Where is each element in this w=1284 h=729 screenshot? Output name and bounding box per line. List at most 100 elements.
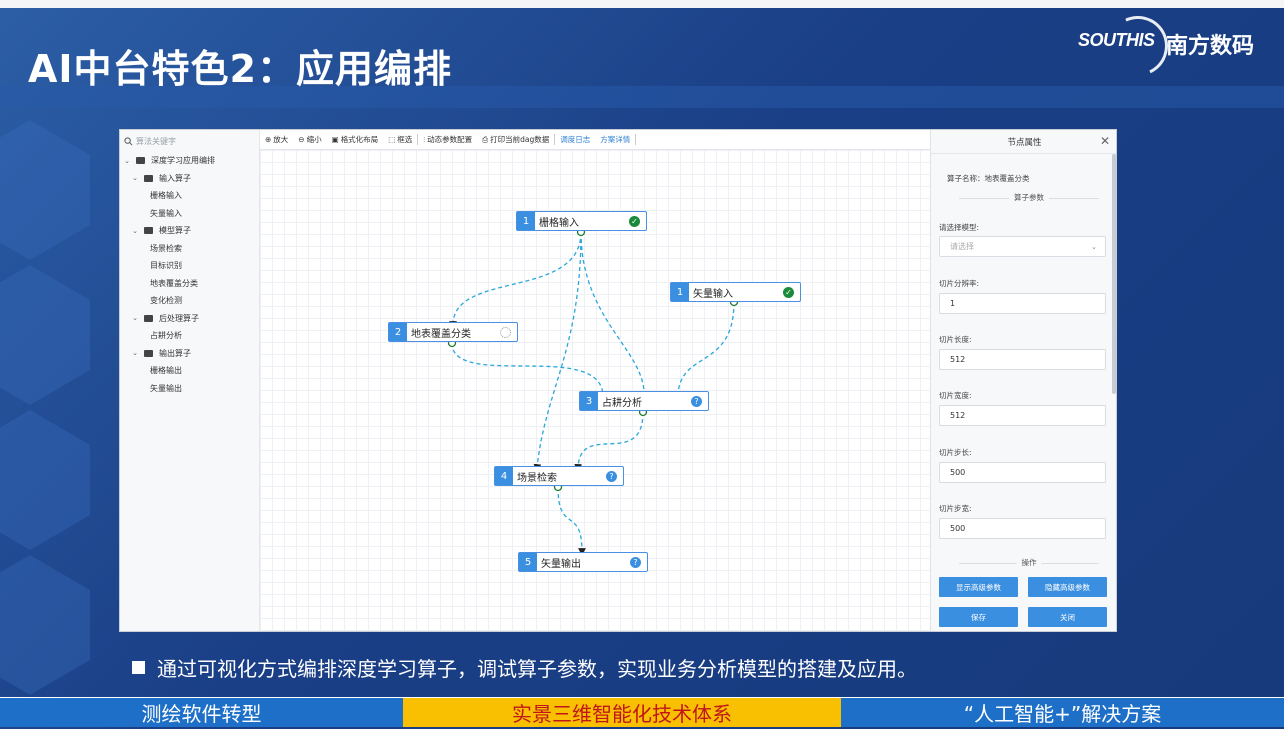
tree-item[interactable]: ⌄ 后处理算子 xyxy=(120,310,260,328)
panel-scrollbar[interactable] xyxy=(1112,154,1116,394)
plan-detail-link[interactable]: 方案详情 xyxy=(595,134,637,145)
tree-item[interactable]: 目标识别 xyxy=(120,257,260,275)
tile-length-input[interactable]: 512 xyxy=(939,349,1106,370)
node-vector-output[interactable]: 5 矢量输出 ? xyxy=(518,552,648,572)
node-raster-input[interactable]: 1 栅格输入 ✓ xyxy=(516,211,647,231)
search-box[interactable]: 算法关键字 xyxy=(124,133,256,149)
tree-item[interactable]: ⌄ 深度学习应用编排 xyxy=(120,152,260,170)
tree-item[interactable]: ⌄ 输出算子 xyxy=(120,345,260,363)
top-strip xyxy=(0,0,1284,8)
ops-divider: 操作 xyxy=(959,557,1099,568)
tile-length-label: 切片长度: xyxy=(939,335,972,344)
step-width-input[interactable]: 500 xyxy=(939,518,1106,539)
node-number: 3 xyxy=(580,392,598,410)
node-number: 5 xyxy=(519,553,537,571)
chevron-down-icon: ⌄ xyxy=(132,314,138,323)
check-circle-icon: ✓ xyxy=(629,216,640,227)
edge xyxy=(533,231,582,472)
chevron-down-icon: ⌄ xyxy=(1091,242,1097,251)
step-length-value: 500 xyxy=(950,468,966,477)
print-icon: ⎙ xyxy=(482,134,489,144)
footer-item: “人工智能+”解决方案 xyxy=(841,697,1284,727)
close-button[interactable]: 关闭 xyxy=(1028,607,1107,627)
node-properties-panel: 节点属性 ✕ 算子名称：地表覆盖分类 算子参数 请选择模型: 请选择 ⌄ 切片分辨… xyxy=(930,130,1116,631)
model-select-value: 请选择 xyxy=(950,242,974,251)
footer-item-highlight: 实景三维智能化技术体系 xyxy=(403,697,841,727)
tree-item[interactable]: 地表覆盖分类 xyxy=(120,275,260,293)
node-number: 1 xyxy=(517,212,535,230)
tree-item[interactable]: 占耕分析 xyxy=(120,327,260,345)
app-window: 算法关键字 ⌄ 深度学习应用编排 ⌄ 输入算子 栅格输入 矢量输入 ⌄ 模型算子 场景… xyxy=(119,129,1117,632)
format-layout-button[interactable]: ▣ 格式化布局 xyxy=(327,134,384,145)
edge xyxy=(451,342,607,399)
bullet-point: 通过可视化方式编排深度学习算子，调试算子参数，实现业务分析模型的搭建及应用。 xyxy=(132,653,917,682)
sliders-icon: ⫶ xyxy=(423,134,426,144)
zoom-in-button[interactable]: ⊕ 放大 xyxy=(260,134,293,145)
search-icon xyxy=(124,136,133,145)
params-divider: 算子参数 xyxy=(959,192,1099,203)
step-length-label: 切片步长: xyxy=(939,448,972,457)
chevron-down-icon: ⌄ xyxy=(132,226,138,235)
tree-item[interactable]: 栅格输入 xyxy=(120,187,260,205)
zoom-in-label: 放大 xyxy=(273,135,289,144)
dynamic-params-button[interactable]: ⫶ 动态参数配置 xyxy=(418,134,477,145)
zoom-out-button[interactable]: ⊖ 缩小 xyxy=(293,134,326,145)
tree-item[interactable]: 栅格输出 xyxy=(120,362,260,380)
check-circle-icon: ✓ xyxy=(783,287,794,298)
tree-item[interactable]: 矢量输出 xyxy=(120,380,260,398)
hexagon-decoration xyxy=(0,265,90,405)
search-placeholder: 算法关键字 xyxy=(136,136,176,146)
tile-width-label: 切片宽度: xyxy=(939,391,972,400)
dag-canvas[interactable]: 1 栅格输入 ✓ 1 矢量输入 ✓ 2 地表覆盖分类 3 占耕分析 ? 4 场景… xyxy=(260,150,930,631)
node-land-cover[interactable]: 2 地表覆盖分类 xyxy=(388,322,518,342)
plan-detail-label: 方案详情 xyxy=(600,135,631,144)
bullet-square-icon xyxy=(132,661,145,674)
panel-header: 节点属性 ✕ xyxy=(931,130,1116,154)
tree-item[interactable]: 场景检索 xyxy=(120,240,260,258)
tree-item-label: 占耕分析 xyxy=(150,331,182,341)
canvas-toolbar: ⊕ 放大 ⊖ 缩小 ▣ 格式化布局 ⬚ 框选 ⫶ 动态参数配置 ⎙ 打印当前dag数据 调度… xyxy=(260,130,930,150)
node-scene-search[interactable]: 4 场景检索 ? xyxy=(494,466,624,486)
node-occupation-analysis[interactable]: 3 占耕分析 ? xyxy=(579,391,709,411)
tree-item-label: 场景检索 xyxy=(150,243,182,253)
tree-item[interactable]: 矢量输入 xyxy=(120,205,260,223)
schedule-log-link[interactable]: 调度日志 xyxy=(555,134,595,145)
tree-item[interactable]: ⌄ 输入算子 xyxy=(120,170,260,188)
close-icon[interactable]: ✕ xyxy=(1100,134,1110,148)
tree-item-label: 深度学习应用编排 xyxy=(151,156,215,166)
params-divider-label: 算子参数 xyxy=(1009,192,1049,203)
box-select-label: 框选 xyxy=(397,135,413,144)
hide-advanced-button[interactable]: 隐藏高级参数 xyxy=(1028,577,1107,597)
node-label: 栅格输入 xyxy=(539,217,579,229)
edge xyxy=(449,231,582,329)
box-select-icon: ⬚ xyxy=(388,135,396,144)
save-button[interactable]: 保存 xyxy=(939,607,1018,627)
tree-item-label: 地表覆盖分类 xyxy=(150,278,198,288)
tree-item[interactable]: ⌄ 模型算子 xyxy=(120,222,260,240)
node-label: 场景检索 xyxy=(517,472,557,484)
tree-item-label: 输出算子 xyxy=(159,348,191,358)
operator-name: 算子名称：地表覆盖分类 xyxy=(947,173,1030,184)
schedule-log-label: 调度日志 xyxy=(560,135,591,144)
tree-item-label: 栅格输入 xyxy=(150,191,182,201)
step-width-value: 500 xyxy=(950,524,966,533)
step-length-input[interactable]: 500 xyxy=(939,462,1106,483)
footer-item: 测绘软件转型 xyxy=(0,697,403,727)
operator-tree: ⌄ 深度学习应用编排 ⌄ 输入算子 栅格输入 矢量输入 ⌄ 模型算子 场景检索 目标识… xyxy=(120,152,260,397)
node-vector-input[interactable]: 1 矢量输入 ✓ xyxy=(670,282,801,302)
box-select-button[interactable]: ⬚ 框选 xyxy=(383,134,419,145)
model-select[interactable]: 请选择 ⌄ xyxy=(939,236,1106,257)
print-dag-button[interactable]: ⎙ 打印当前dag数据 xyxy=(477,134,556,145)
slide-title: AI中台特色2：应用编排 xyxy=(28,47,452,91)
tree-item[interactable]: 变化检测 xyxy=(120,292,260,310)
folder-icon xyxy=(144,227,153,235)
node-label: 占耕分析 xyxy=(602,397,642,409)
tree-item-label: 矢量输出 xyxy=(150,383,182,393)
hexagon-decoration xyxy=(0,410,90,550)
chevron-down-icon: ⌄ xyxy=(132,174,138,183)
resolution-input[interactable]: 1 xyxy=(939,293,1106,314)
show-advanced-button[interactable]: 显示高级参数 xyxy=(939,577,1018,597)
tile-width-input[interactable]: 512 xyxy=(939,405,1106,426)
node-number: 1 xyxy=(671,283,689,301)
hexagon-decoration xyxy=(0,555,90,695)
